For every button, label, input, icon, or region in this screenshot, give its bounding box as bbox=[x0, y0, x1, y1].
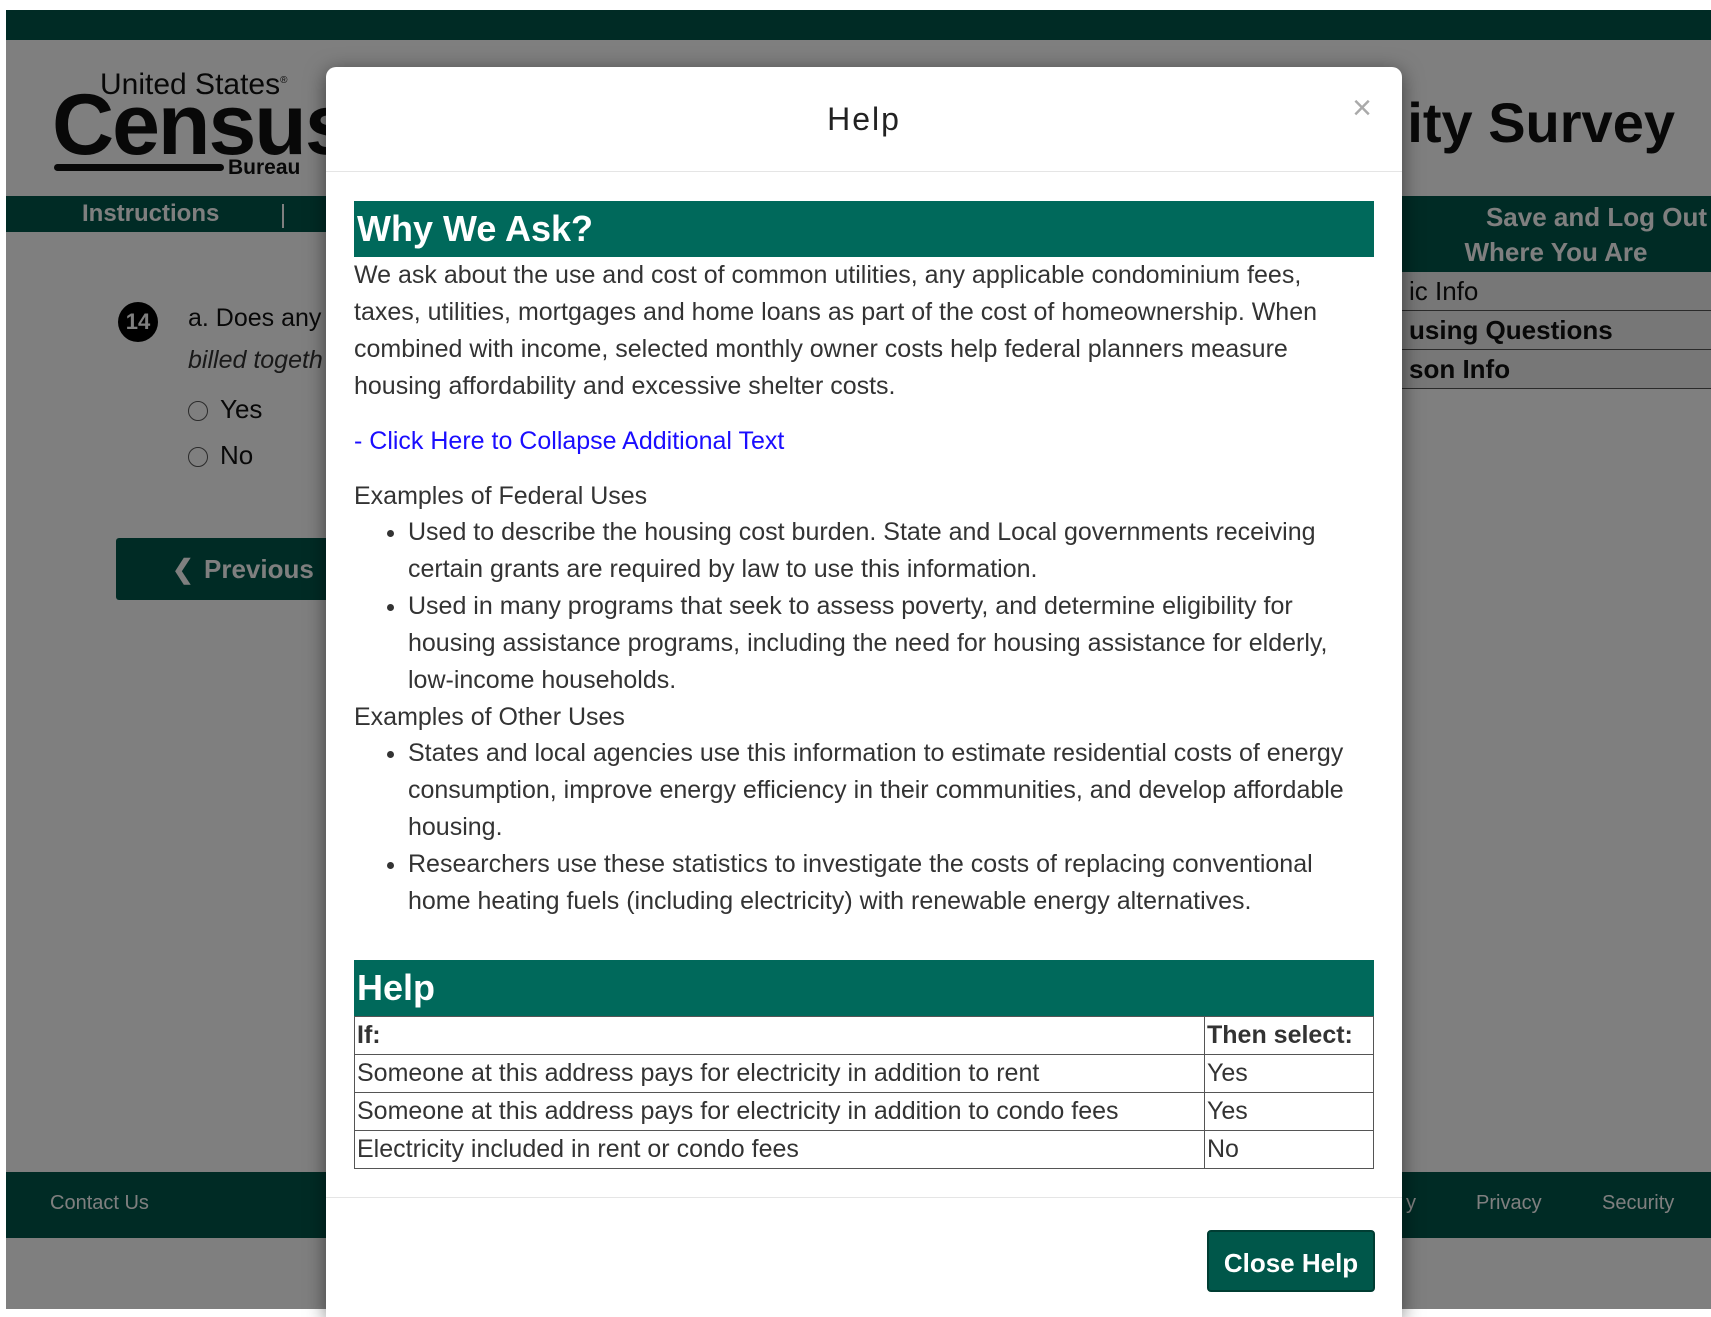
table-cell: Yes bbox=[1204, 1092, 1374, 1131]
table-row: Electricity included in rent or condo fe… bbox=[354, 1130, 1374, 1169]
close-help-button[interactable]: Close Help bbox=[1207, 1230, 1375, 1292]
table-header-if: If: bbox=[354, 1016, 1205, 1055]
table-cell: No bbox=[1204, 1130, 1374, 1169]
table-header-then: Then select: bbox=[1204, 1016, 1374, 1055]
help-header: Help bbox=[354, 960, 1374, 1016]
list-item: Used in many programs that seek to asses… bbox=[408, 588, 1374, 699]
other-uses-heading: Examples of Other Uses bbox=[354, 703, 625, 731]
table-row: Someone at this address pays for electri… bbox=[354, 1092, 1374, 1131]
modal-footer: Close Help bbox=[326, 1197, 1402, 1317]
help-table: If: Then select: Someone at this address… bbox=[354, 1016, 1374, 1169]
modal-title: Help bbox=[827, 101, 901, 137]
table-cell: Someone at this address pays for electri… bbox=[354, 1092, 1205, 1131]
federal-uses-heading: Examples of Federal Uses bbox=[354, 482, 648, 510]
other-uses-list: States and local agencies use this infor… bbox=[354, 735, 1374, 920]
federal-uses-list: Used to describe the housing cost burden… bbox=[354, 514, 1374, 699]
close-icon[interactable]: × bbox=[1352, 89, 1372, 128]
help-modal: Help × Why We Ask? We ask about the use … bbox=[326, 67, 1402, 1317]
list-item: Used to describe the housing cost burden… bbox=[408, 514, 1374, 588]
list-item: States and local agencies use this infor… bbox=[408, 735, 1374, 846]
table-cell: Yes bbox=[1204, 1054, 1374, 1093]
modal-header: Help × bbox=[326, 67, 1402, 172]
collapse-text-link[interactable]: - Click Here to Collapse Additional Text bbox=[354, 423, 1374, 460]
why-we-ask-header: Why We Ask? bbox=[354, 201, 1374, 257]
table-row: Someone at this address pays for electri… bbox=[354, 1054, 1374, 1093]
table-cell: Electricity included in rent or condo fe… bbox=[354, 1130, 1205, 1169]
table-cell: Someone at this address pays for electri… bbox=[354, 1054, 1205, 1093]
why-we-ask-text: We ask about the use and cost of common … bbox=[354, 261, 1318, 400]
modal-body: Why We Ask? We ask about the use and cos… bbox=[354, 201, 1374, 1169]
list-item: Researchers use these statistics to inve… bbox=[408, 846, 1374, 920]
table-header-row: If: Then select: bbox=[354, 1016, 1374, 1055]
